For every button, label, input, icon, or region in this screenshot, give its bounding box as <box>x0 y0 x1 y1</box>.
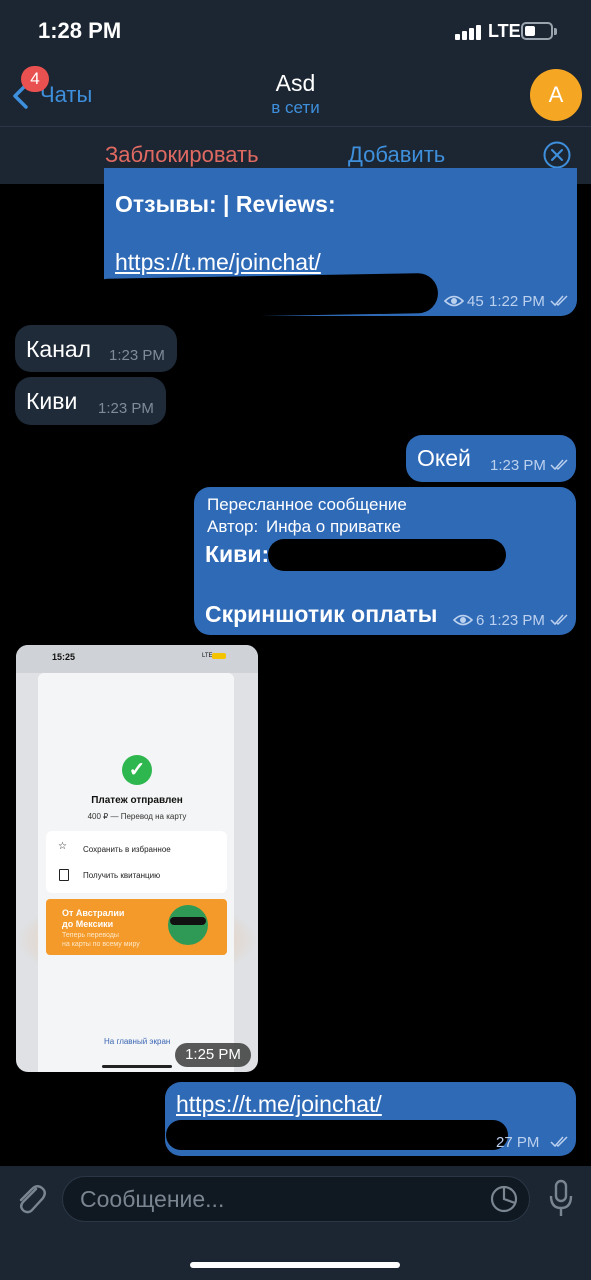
redaction-mark <box>268 539 506 571</box>
chat-status: в сети <box>271 98 320 117</box>
screenshot-promo-banner: От Австралии до Мексики Теперь переводы … <box>46 899 227 955</box>
star-icon: ☆ <box>58 841 67 852</box>
message-text: Окей <box>417 445 471 471</box>
message-text: Скриншотик оплаты <box>205 601 438 627</box>
sunglasses-icon <box>170 917 206 925</box>
redaction-mark <box>166 1120 508 1150</box>
block-button[interactable]: Заблокировать <box>105 142 259 168</box>
sticker-icon[interactable] <box>487 1183 521 1215</box>
image-message[interactable]: 15:25 LTE ✓ Платеж отправлен 400 ₽ — Пер… <box>16 645 258 1072</box>
signal-icon <box>455 24 481 40</box>
globe-illustration-icon <box>168 905 208 945</box>
screenshot-title: Платеж отправлен <box>91 795 183 806</box>
attach-icon[interactable] <box>14 1180 48 1216</box>
views-icon <box>453 614 473 626</box>
screenshot-network: LTE <box>202 653 213 659</box>
chat-title[interactable]: Asd <box>0 70 591 97</box>
image-time: 1:25 PM <box>175 1043 251 1067</box>
message-input-placeholder: Сообщение... <box>80 1186 225 1212</box>
message-text: Киви: <box>205 541 270 567</box>
microphone-icon[interactable] <box>548 1179 574 1219</box>
message-text: Отзывы: | Reviews: <box>115 191 336 217</box>
screenshot-options: ☆ Сохранить в избранное Получить квитанц… <box>46 831 227 893</box>
message-time: 1:23 PM <box>490 457 546 474</box>
message-time: 1:23 PM <box>98 400 154 417</box>
receipt-icon <box>59 869 69 881</box>
read-checkmarks-icon <box>550 1136 568 1148</box>
message-text: Канал <box>26 336 92 362</box>
avatar[interactable]: A <box>530 69 582 121</box>
battery-icon <box>521 22 557 40</box>
checkmark-icon: ✓ <box>122 755 152 785</box>
view-count: 45 <box>467 293 484 310</box>
message-time: 27 PM <box>496 1134 540 1151</box>
screenshot-battery-icon <box>212 653 226 659</box>
message-time: 1:23 PM <box>489 612 545 629</box>
message-link[interactable]: https://t.me/joinchat/ <box>115 249 321 276</box>
view-count: 6 <box>476 612 485 629</box>
add-contact-button[interactable]: Добавить <box>348 142 445 168</box>
home-indicator <box>190 1262 400 1268</box>
screenshot-option: Сохранить в избранное <box>83 845 171 854</box>
screenshot-home-link: На главный экран <box>104 1037 171 1046</box>
read-checkmarks-icon <box>550 459 568 471</box>
message-time: 1:23 PM <box>109 347 165 364</box>
promo-subtitle: на карты по всему миру <box>62 941 140 948</box>
forward-header: Пересланное сообщение <box>207 495 407 514</box>
read-checkmarks-icon <box>550 614 568 626</box>
screenshot-time: 15:25 <box>52 652 76 662</box>
promo-title: От Австралии <box>62 908 125 918</box>
forward-author[interactable]: Инфа о приватке <box>266 517 401 537</box>
message-link[interactable]: https://t.me/joinchat/ <box>176 1091 382 1118</box>
message-time: 1:22 PM <box>489 293 545 310</box>
close-icon[interactable] <box>543 141 571 169</box>
screenshot-home-indicator <box>102 1065 172 1068</box>
status-time: 1:28 PM <box>38 18 122 43</box>
views-icon <box>444 295 464 307</box>
read-checkmarks-icon <box>550 295 568 307</box>
screenshot-option: Получить квитанцию <box>83 871 161 880</box>
message-text: Киви <box>26 388 78 414</box>
forward-author-prefix: Автор: <box>207 517 259 536</box>
network-type: LTE <box>488 21 521 41</box>
promo-subtitle: Теперь переводы <box>62 932 119 939</box>
screenshot-subtitle: 400 ₽ — Перевод на карту <box>87 812 187 821</box>
promo-title: до Мексики <box>62 919 114 929</box>
redaction-mark <box>87 272 439 320</box>
